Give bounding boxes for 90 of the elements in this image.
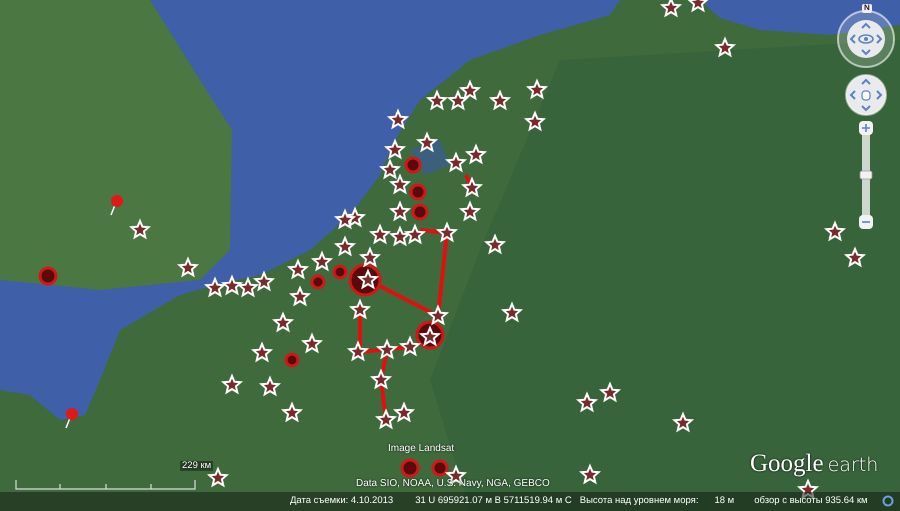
star-marker-icon[interactable]: [714, 36, 736, 58]
star-marker-icon[interactable]: [236, 276, 260, 298]
star-marker-icon[interactable]: [578, 463, 602, 484]
ring-marker-icon[interactable]: [284, 352, 300, 368]
star-marker-icon[interactable]: [526, 78, 548, 100]
star-marker-icon[interactable]: [524, 110, 546, 132]
star-marker-icon[interactable]: [384, 138, 406, 160]
star-marker-icon[interactable]: [426, 89, 448, 110]
star-marker-icon[interactable]: [378, 158, 402, 180]
attribution-text: Data SIO, NOAA, U.S. Navy, NGA, GEBCO: [356, 478, 550, 489]
star-marker-icon[interactable]: [460, 176, 484, 198]
star-marker-icon[interactable]: [824, 220, 846, 242]
star-marker-icon[interactable]: [458, 79, 482, 100]
star-marker-icon[interactable]: [128, 218, 152, 240]
elevation-label: Высота над уровнем моря:: [580, 494, 698, 508]
star-marker-icon[interactable]: [204, 276, 226, 298]
star-marker-icon[interactable]: [484, 233, 506, 254]
star-marker-icon[interactable]: [258, 375, 282, 396]
star-marker-icon[interactable]: [672, 411, 694, 432]
star-marker-icon[interactable]: [286, 258, 310, 280]
look-control[interactable]: [837, 10, 895, 68]
star-marker-icon[interactable]: [488, 89, 512, 110]
star-marker-icon[interactable]: [370, 368, 392, 390]
star-marker-icon[interactable]: [446, 89, 470, 110]
star-marker-icon[interactable]: [436, 221, 458, 242]
ring-marker-icon[interactable]: [432, 460, 448, 476]
zoom-slider-thumb[interactable]: [860, 170, 872, 180]
star-marker-icon[interactable]: [334, 208, 356, 230]
star-marker-icon[interactable]: [686, 0, 710, 12]
star-marker-icon[interactable]: [398, 335, 422, 356]
star-marker-icon[interactable]: [844, 246, 866, 268]
star-marker-icon[interactable]: [416, 131, 438, 152]
star-marker-icon[interactable]: [310, 250, 334, 272]
star-marker-icon[interactable]: [252, 270, 276, 292]
star-marker-icon[interactable]: [250, 341, 274, 362]
star-marker-icon[interactable]: [660, 0, 682, 18]
star-marker-icon[interactable]: [576, 391, 598, 412]
star-marker-icon[interactable]: [598, 381, 622, 402]
streaming-ring-icon: [882, 494, 894, 507]
star-marker-icon[interactable]: [368, 223, 392, 244]
star-marker-icon[interactable]: [500, 301, 524, 322]
star-marker-icon[interactable]: [426, 304, 450, 326]
zoom-out-icon[interactable]: [859, 215, 873, 229]
star-marker-icon[interactable]: [334, 235, 356, 256]
star-marker-icon[interactable]: [392, 401, 416, 422]
logo-text: earth: [828, 456, 878, 475]
star-marker-icon[interactable]: [376, 338, 398, 360]
elevation-value: 18 м: [714, 494, 734, 508]
compass-north-label: N: [862, 4, 872, 13]
star-marker-icon[interactable]: [386, 108, 410, 130]
star-marker-icon[interactable]: [176, 256, 200, 278]
star-marker-icon[interactable]: [796, 478, 820, 500]
star-marker-icon[interactable]: [374, 408, 398, 430]
pushpin-icon[interactable]: [110, 195, 123, 216]
ring-marker-icon[interactable]: [410, 184, 426, 200]
ring-marker-icon[interactable]: [38, 266, 58, 286]
logo-text: Google: [750, 451, 824, 476]
star-marker-icon[interactable]: [220, 274, 244, 296]
pushpin-icon[interactable]: [65, 408, 78, 428]
move-control[interactable]: [845, 74, 887, 116]
star-marker-icon[interactable]: [458, 200, 482, 222]
star-marker-icon[interactable]: [280, 401, 304, 422]
date-text: Дата съемки: 4.10.2013: [290, 494, 394, 508]
eye-altitude-text: обзор с высоты 935.64 км: [754, 494, 868, 508]
star-marker-icon[interactable]: [288, 285, 312, 306]
star-marker-icon[interactable]: [346, 340, 370, 362]
star-marker-icon[interactable]: [388, 200, 412, 222]
ring-marker-icon[interactable]: [310, 274, 326, 290]
star-marker-icon[interactable]: [464, 143, 488, 164]
star-marker-icon[interactable]: [272, 311, 294, 332]
star-marker-icon[interactable]: [388, 173, 412, 194]
scale-label: 229 км: [180, 461, 214, 472]
star-marker-icon[interactable]: [300, 332, 324, 354]
star-marker-icon[interactable]: [348, 298, 372, 320]
star-marker-icon[interactable]: [388, 225, 412, 246]
ring-marker-icon[interactable]: [332, 264, 348, 280]
ring-marker-icon[interactable]: [400, 458, 420, 478]
star-marker-icon[interactable]: [418, 325, 442, 346]
star-marker-icon[interactable]: [356, 268, 380, 290]
coordinates-text: 31 U 695921.07 м В 5711519.94 м С: [415, 494, 572, 508]
star-marker-icon[interactable]: [220, 373, 244, 394]
star-marker-icon[interactable]: [444, 151, 468, 172]
star-marker-icon[interactable]: [206, 466, 230, 488]
eye-icon: [858, 34, 874, 44]
star-marker-icon[interactable]: [358, 246, 382, 268]
attribution-text: Image Landsat: [388, 443, 454, 454]
ring-marker-icon[interactable]: [404, 156, 422, 174]
star-marker-icon[interactable]: [404, 223, 426, 244]
zoom-in-icon[interactable]: [859, 121, 873, 135]
ring-marker-icon[interactable]: [412, 204, 428, 220]
